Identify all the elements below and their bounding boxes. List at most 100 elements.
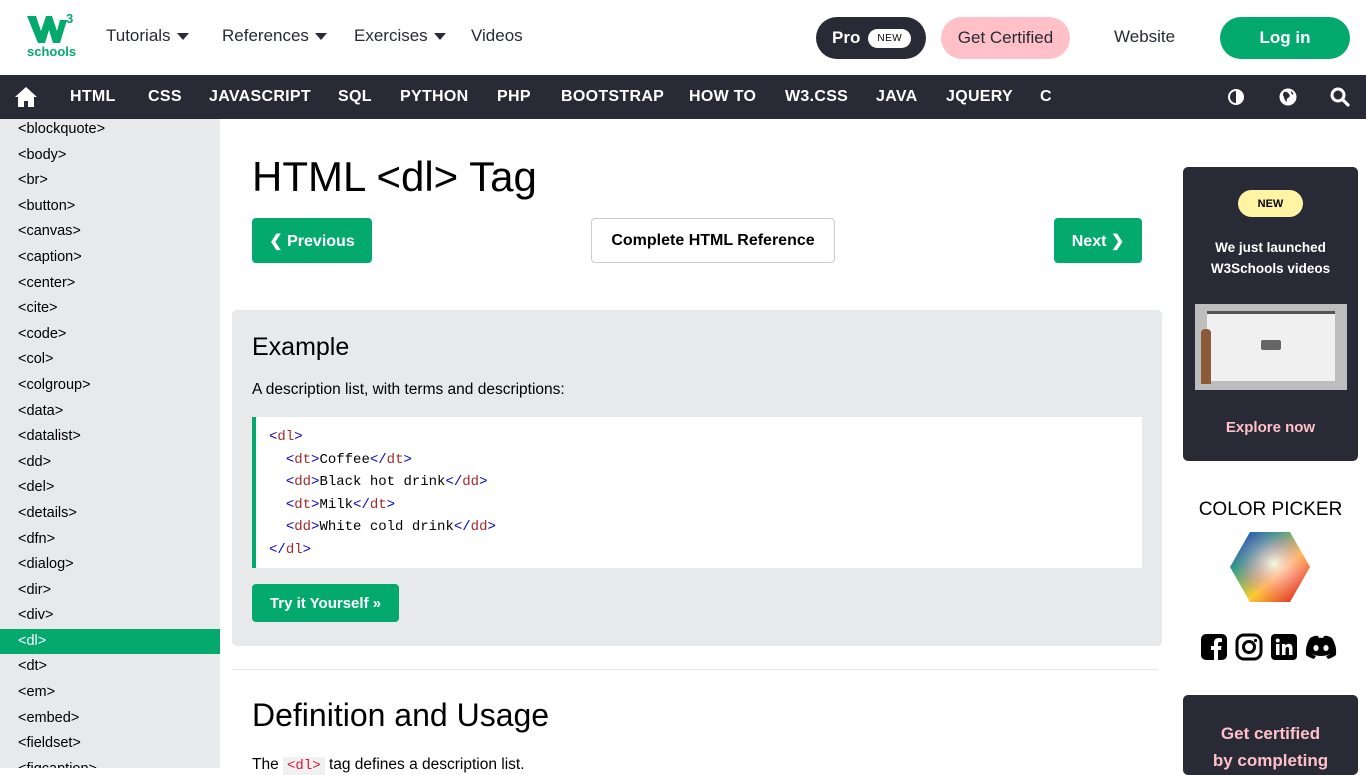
play-icon [1261,340,1281,350]
code-line: <dd>White cold drink</dd> [285,519,496,536]
nav-how-to[interactable]: HOW TO [689,88,756,106]
caret-down-icon [433,32,446,40]
website-link[interactable]: Website [1114,27,1175,47]
complete-reference-button[interactable]: Complete HTML Reference [591,218,835,263]
login-button[interactable]: Log in [1220,17,1350,59]
sidebar-item[interactable]: <canvas> [0,219,220,245]
instagram-icon[interactable] [1235,633,1263,661]
sidebar-item[interactable]: <br> [0,168,220,194]
nav-bootstrap[interactable]: BOOTSTRAP [561,88,664,106]
caret-down-icon [314,32,327,40]
sidebar-item[interactable]: <datalist> [0,424,220,450]
explore-now-link[interactable]: Explore now [1183,419,1358,436]
sidebar-item[interactable]: <data> [0,399,220,425]
example-description: A description list, with terms and descr… [252,381,565,398]
home-icon[interactable] [14,86,38,108]
try-it-yourself-button[interactable]: Try it Yourself » [252,584,399,622]
sidebar-item[interactable]: <div> [0,603,220,629]
sidebar-tag-list: <blockquote> <body> <br> <button> <canvas> <c… [0,119,220,768]
nav-tutorials[interactable]: Tutorials [106,26,189,46]
definition-text-before: The [252,756,279,773]
main-content: HTML <dl> Tag ❮ Previous Complete HTML R… [220,119,1175,775]
code-line: <dt>Coffee</dt> [285,451,412,468]
nav-html[interactable]: HTML [70,88,116,106]
sidebar-item[interactable]: <dt> [0,654,220,680]
w3-logo-mark [27,16,67,43]
code-text: Milk [319,496,354,513]
nav-python[interactable]: PYTHON [400,88,468,106]
sidebar-item[interactable]: <blockquote> [0,119,220,143]
previous-button[interactable]: ❮ Previous [252,218,372,263]
globe-icon[interactable] [1277,86,1299,108]
sidebar-item[interactable]: <center> [0,271,220,297]
color-picker-icon[interactable] [1230,532,1310,602]
sidebar-item[interactable]: <dfn> [0,527,220,553]
cert-promo-line1: Get certified [1220,724,1321,743]
promo-title: We just launched W3Schools videos [1183,237,1358,279]
linkedin-icon[interactable] [1270,633,1298,661]
promo-title-line1: We just launched [1215,240,1326,255]
next-button[interactable]: Next ❯ [1054,218,1142,263]
video-thumbnail[interactable] [1195,304,1347,390]
code-text: White cold drink [319,519,454,536]
sidebar-item[interactable]: <dl> [0,628,220,655]
nav-c[interactable]: C [1040,88,1052,106]
nav-videos-label: Videos [471,26,523,45]
cert-promo-line2: by completing [1212,751,1329,770]
sidebar-item[interactable]: <cite> [0,296,220,322]
nav-w3css[interactable]: W3.CSS [785,88,848,106]
sidebar-item[interactable]: <code> [0,322,220,348]
sidebar-item[interactable]: <colgroup> [0,373,220,399]
nav-exercises[interactable]: Exercises [354,26,446,46]
right-sidebar: NEW We just launched W3Schools videos Ex… [1175,119,1366,775]
inline-code-dl: <dl> [283,757,325,775]
subject-nav-bar: HTML CSS JAVASCRIPT SQL PYTHON PHP BOOTS… [0,75,1366,119]
code-line: <dd>Black hot drink</dd> [285,474,488,491]
caret-down-icon [176,32,189,40]
sidebar-item[interactable]: <col> [0,347,220,373]
nav-exercises-label: Exercises [354,26,428,45]
nav-javascript[interactable]: JAVASCRIPT [209,88,311,106]
nav-sql[interactable]: SQL [338,88,372,106]
videos-promo-card[interactable]: NEW We just launched W3Schools videos Ex… [1183,167,1358,461]
sidebar-item[interactable]: <del> [0,475,220,501]
nav-jquery[interactable]: JQUERY [946,88,1013,106]
sidebar-item[interactable]: <dd> [0,450,220,476]
certification-promo-card[interactable]: Get certified by completing [1183,695,1358,775]
pro-button[interactable]: Pro NEW [816,17,926,59]
code-text: Black hot drink [319,474,446,491]
sidebar-item[interactable]: <dialog> [0,552,220,578]
sidebar-item[interactable]: <caption> [0,245,220,271]
promo-title-line2: W3Schools videos [1210,261,1331,276]
sidebar-item[interactable]: <body> [0,143,220,169]
discord-icon[interactable] [1304,633,1338,661]
definition-text-after: tag defines a description list. [328,756,525,773]
nav-php[interactable]: PHP [497,88,531,106]
sidebar-item[interactable]: <embed> [0,706,220,732]
nav-java[interactable]: JAVA [876,88,918,106]
example-box: Example A description list, with terms a… [232,310,1162,646]
nav-css[interactable]: CSS [148,88,182,106]
sidebar-item[interactable]: <dir> [0,578,220,604]
get-certified-button[interactable]: Get Certified [941,17,1070,59]
color-picker-title: COLOR PICKER [1198,499,1343,520]
sidebar-item[interactable]: <fieldset> [0,731,220,757]
sidebar-item[interactable]: <button> [0,194,220,220]
definition-text: The <dl> tag defines a description list. [252,756,525,775]
nav-videos[interactable]: Videos [471,26,523,46]
certification-promo-text: Get certified by completing [1183,720,1358,774]
search-icon[interactable] [1329,86,1351,108]
nav-references[interactable]: References [222,26,327,46]
sidebar-item[interactable]: <details> [0,501,220,527]
page-title: HTML <dl> Tag [252,153,537,200]
contrast-icon[interactable] [1225,86,1247,108]
w3schools-logo[interactable]: 3 schools [27,11,76,62]
new-badge: NEW [868,28,912,48]
facebook-icon[interactable] [1200,633,1228,661]
pro-label: Pro [832,28,861,47]
sidebar-item[interactable]: <figcaption> [0,757,220,768]
sidebar-item[interactable]: <em> [0,680,220,706]
nav-references-label: References [222,26,309,45]
nav-tutorials-label: Tutorials [106,26,171,45]
example-heading: Example [252,333,350,361]
